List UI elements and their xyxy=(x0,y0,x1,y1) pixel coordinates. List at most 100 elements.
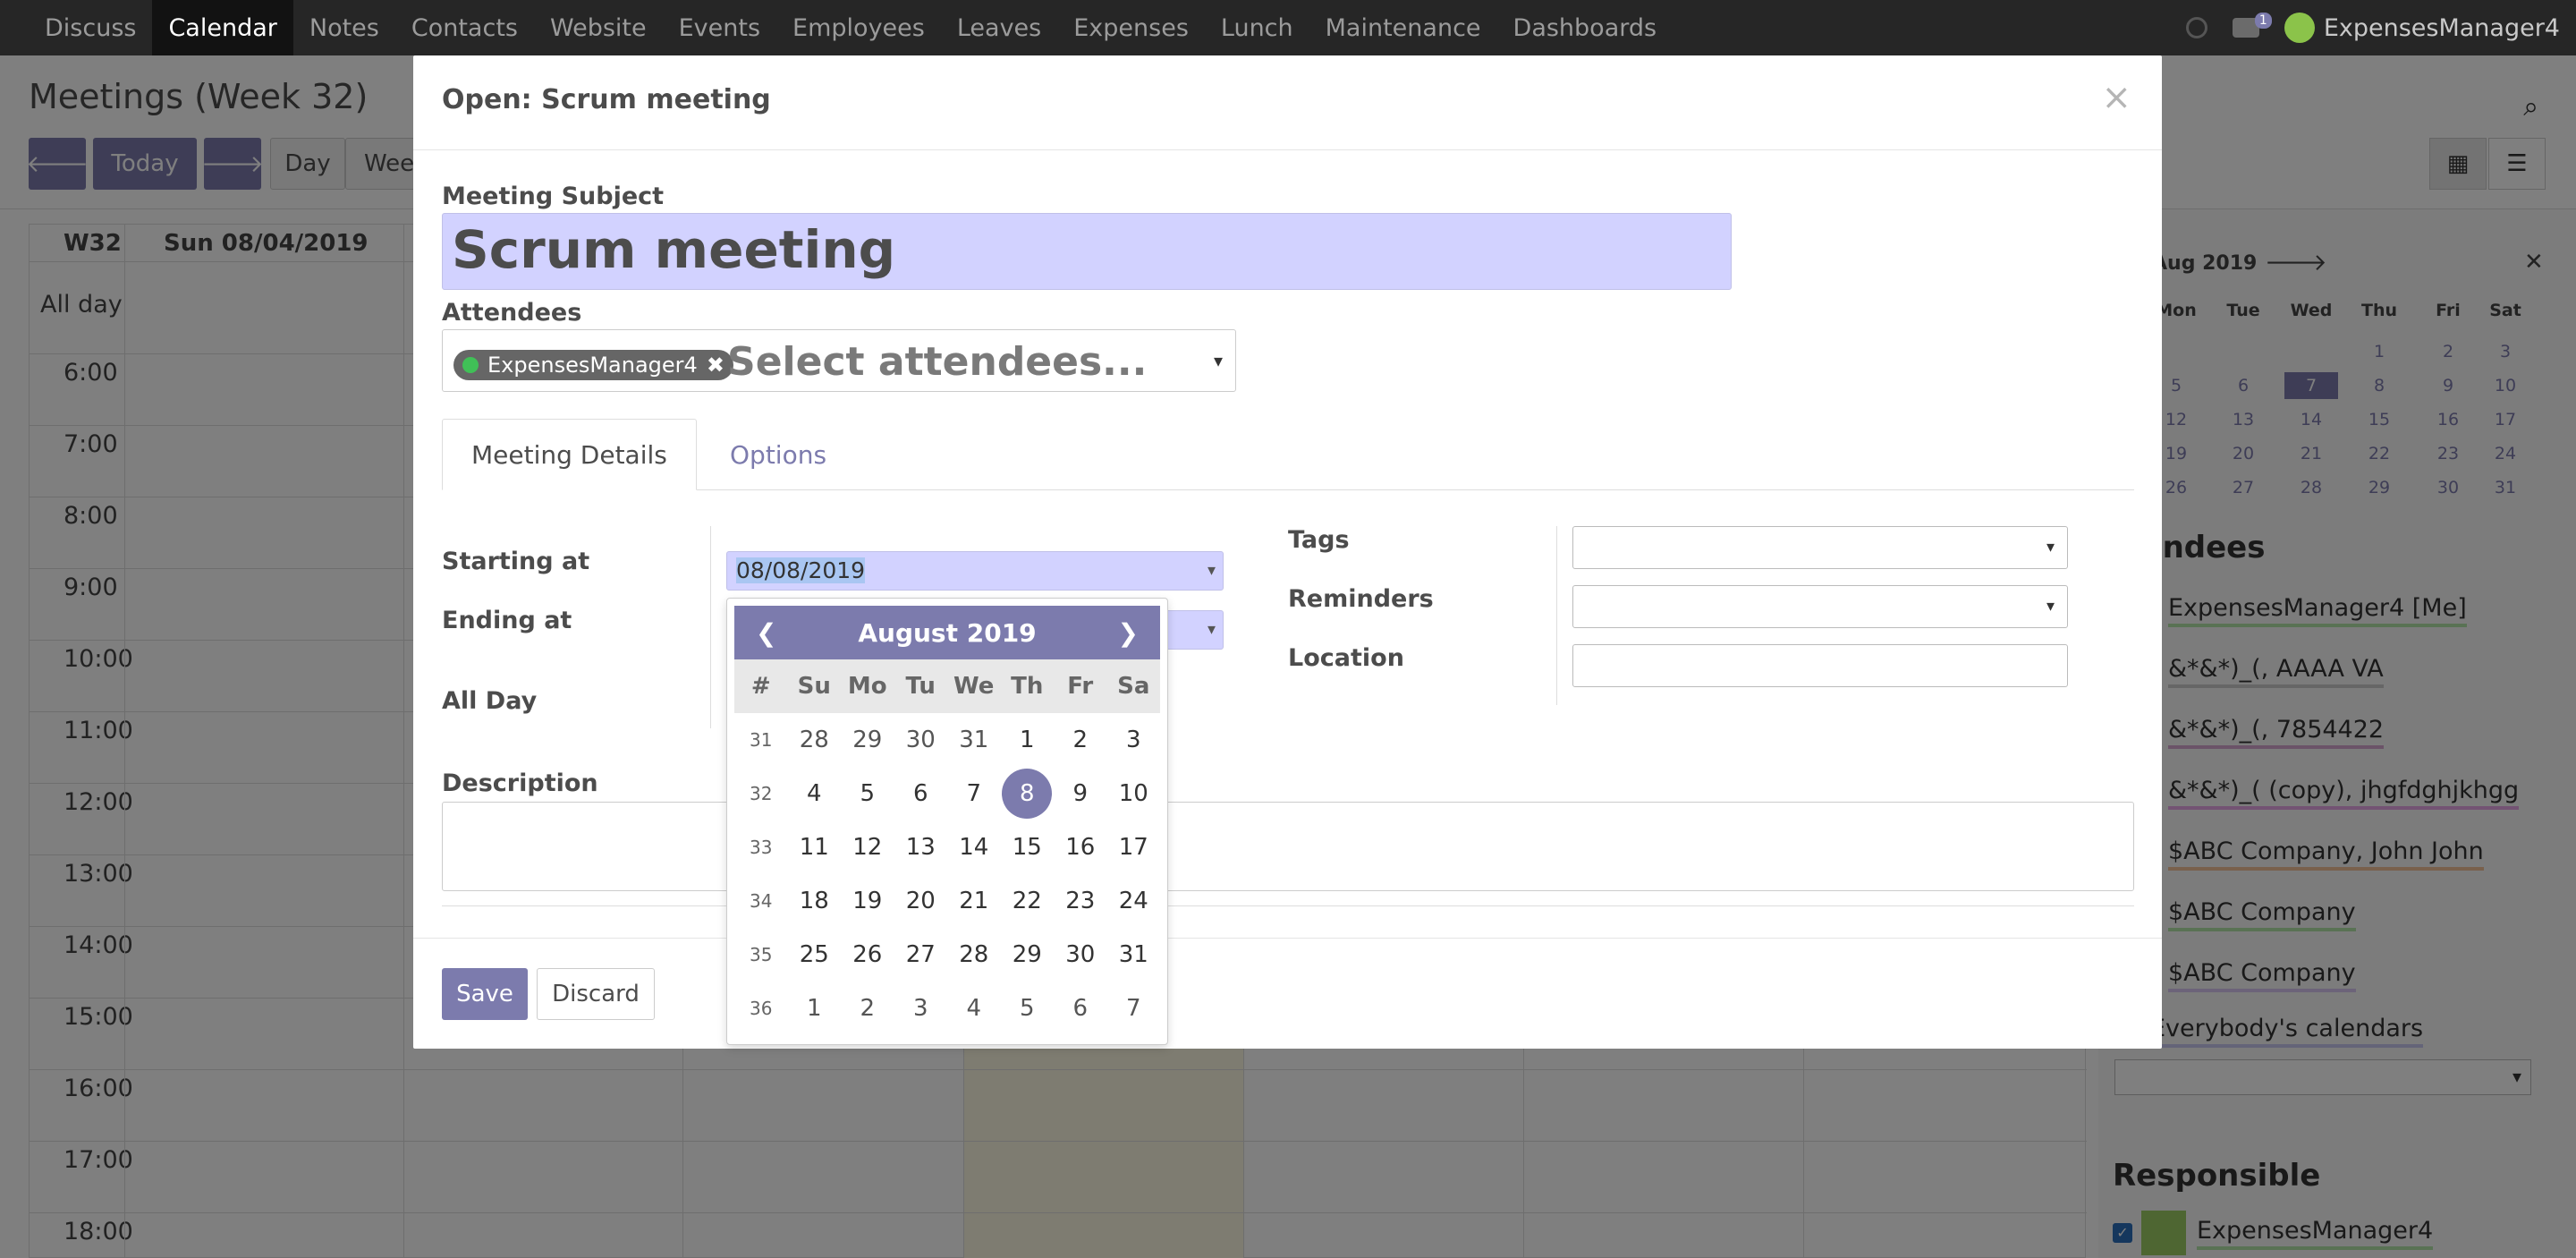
day-cell[interactable]: 10 xyxy=(1107,767,1161,820)
day-cell[interactable]: 18 xyxy=(788,874,842,928)
day-cell[interactable]: 31 xyxy=(1107,928,1161,982)
day-label: 35 xyxy=(750,944,773,965)
nav-item-employees[interactable]: Employees xyxy=(776,0,941,55)
nav-item-expenses[interactable]: Expenses xyxy=(1057,0,1205,55)
day-cell[interactable]: 6 xyxy=(1054,982,1107,1035)
nav-item-dashboards[interactable]: Dashboards xyxy=(1497,0,1674,55)
day-cell[interactable]: 3 xyxy=(894,982,948,1035)
week-number: 32 xyxy=(734,767,788,820)
day-cell[interactable]: 11 xyxy=(788,820,842,874)
attendees-field[interactable]: ExpensesManager4 ✖ Select attendees... ▾ xyxy=(442,329,1236,392)
day-cell[interactable]: 16 xyxy=(1054,820,1107,874)
day-cell[interactable]: 7 xyxy=(947,767,1001,820)
day-cell[interactable]: 25 xyxy=(788,928,842,982)
day-cell[interactable]: 6 xyxy=(894,767,948,820)
chevron-down-icon: ▾ xyxy=(2046,538,2055,557)
tab-meeting-details[interactable]: Meeting Details xyxy=(442,419,697,490)
chevron-down-icon: ▾ xyxy=(1207,620,1216,639)
day-label: 1 xyxy=(806,995,822,1022)
day-cell[interactable]: 30 xyxy=(894,713,948,767)
nav-item-website[interactable]: Website xyxy=(534,0,663,55)
day-cell[interactable]: 28 xyxy=(947,928,1001,982)
day-label: 20 xyxy=(905,888,936,914)
field-divider xyxy=(1556,526,1557,705)
navbar-right: 1 ExpensesManager4 xyxy=(2185,0,2560,55)
datepicker-weekdays: # Su Mo Tu We Th Fr Sa xyxy=(734,659,1160,713)
remove-tag-icon[interactable]: ✖ xyxy=(707,353,724,378)
location-input[interactable] xyxy=(1572,644,2068,687)
user-menu[interactable]: ExpensesManager4 xyxy=(2284,13,2560,43)
chevron-right-icon[interactable]: ❯ xyxy=(1118,618,1139,648)
nav-item-events[interactable]: Events xyxy=(663,0,776,55)
day-cell[interactable]: 14 xyxy=(947,820,1001,874)
day-cell[interactable]: 1 xyxy=(788,982,842,1035)
close-icon[interactable]: × xyxy=(2101,77,2131,118)
top-navbar: Discuss Calendar Notes Contacts Website Event… xyxy=(0,0,2576,55)
subject-input[interactable]: Scrum meeting xyxy=(442,213,1732,290)
day-label: 26 xyxy=(852,941,883,968)
day-cell[interactable]: 12 xyxy=(841,820,894,874)
day-label: 2 xyxy=(1072,727,1089,753)
day-cell[interactable]: 29 xyxy=(841,713,894,767)
reminders-select[interactable]: ▾ xyxy=(1572,585,2068,628)
discard-button[interactable]: Discard xyxy=(537,968,655,1020)
datepicker-days: 31 28 29 30 31 1 2 3 32 4 5 6 7 8 9 10 33 11 12 13 14 15 16 17 3… xyxy=(734,713,1160,1035)
chevron-left-icon[interactable]: ❮ xyxy=(756,618,776,648)
datepicker-title[interactable]: August 2019 xyxy=(858,618,1036,648)
tab-options[interactable]: Options xyxy=(701,419,855,490)
day-cell[interactable]: 2 xyxy=(1054,713,1107,767)
day-cell[interactable]: 23 xyxy=(1054,874,1107,928)
day-cell[interactable]: 17 xyxy=(1107,820,1161,874)
day-cell[interactable]: 19 xyxy=(841,874,894,928)
clock-icon[interactable] xyxy=(2185,17,2207,38)
day-label: 24 xyxy=(1118,888,1148,914)
day-cell[interactable]: 27 xyxy=(894,928,948,982)
starting-at-input[interactable]: 08/08/2019 ▾ xyxy=(726,551,1224,591)
day-label: 36 xyxy=(750,998,773,1019)
day-cell[interactable]: 4 xyxy=(947,982,1001,1035)
nav-item-maintenance[interactable]: Maintenance xyxy=(1309,0,1497,55)
day-cell[interactable]: 24 xyxy=(1107,874,1161,928)
day-cell[interactable]: 21 xyxy=(947,874,1001,928)
day-cell[interactable]: 28 xyxy=(788,713,842,767)
day-cell[interactable]: 7 xyxy=(1107,982,1161,1035)
day-cell[interactable]: 5 xyxy=(1001,982,1055,1035)
attendees-search-input[interactable]: Select attendees... xyxy=(727,339,1147,385)
day-label: 4 xyxy=(806,780,822,807)
event-dialog: Open: Scrum meeting × Meeting Subject Sc… xyxy=(413,55,2162,1049)
nav-item-contacts[interactable]: Contacts xyxy=(395,0,534,55)
datepicker-weekday: We xyxy=(953,673,995,700)
day-cell[interactable]: 9 xyxy=(1054,767,1107,820)
day-cell[interactable]: 13 xyxy=(894,820,948,874)
day-label: 6 xyxy=(912,780,928,807)
day-cell[interactable]: 31 xyxy=(947,713,1001,767)
day-cell[interactable]: 2 xyxy=(841,982,894,1035)
nav-item-calendar[interactable]: Calendar xyxy=(152,0,293,55)
day-cell[interactable]: 26 xyxy=(841,928,894,982)
day-cell[interactable]: 4 xyxy=(788,767,842,820)
day-cell[interactable]: 1 xyxy=(1001,713,1055,767)
selected-day[interactable]: 8 xyxy=(1001,767,1055,820)
week-number: 34 xyxy=(734,874,788,928)
field-divider xyxy=(710,526,711,728)
all-day-label: All Day xyxy=(442,687,538,715)
day-cell[interactable]: 29 xyxy=(1001,928,1055,982)
week-number: 36 xyxy=(734,982,788,1035)
nav-item-notes[interactable]: Notes xyxy=(293,0,395,55)
day-cell[interactable]: 3 xyxy=(1107,713,1161,767)
nav-item-leaves[interactable]: Leaves xyxy=(941,0,1057,55)
chat-icon[interactable]: 1 xyxy=(2232,13,2272,38)
day-label: 5 xyxy=(1019,995,1035,1022)
day-cell[interactable]: 5 xyxy=(841,767,894,820)
description-textarea[interactable] xyxy=(442,802,2134,891)
day-cell[interactable]: 20 xyxy=(894,874,948,928)
day-cell[interactable]: 30 xyxy=(1054,928,1107,982)
day-cell[interactable]: 15 xyxy=(1001,820,1055,874)
day-cell[interactable]: 22 xyxy=(1001,874,1055,928)
nav-item-lunch[interactable]: Lunch xyxy=(1205,0,1309,55)
datepicker-week-row: 31 28 29 30 31 1 2 3 xyxy=(734,713,1160,767)
tags-select[interactable]: ▾ xyxy=(1572,526,2068,569)
nav-item-discuss[interactable]: Discuss xyxy=(29,0,152,55)
chevron-down-icon[interactable]: ▾ xyxy=(1214,350,1223,371)
save-button[interactable]: Save xyxy=(442,968,528,1020)
